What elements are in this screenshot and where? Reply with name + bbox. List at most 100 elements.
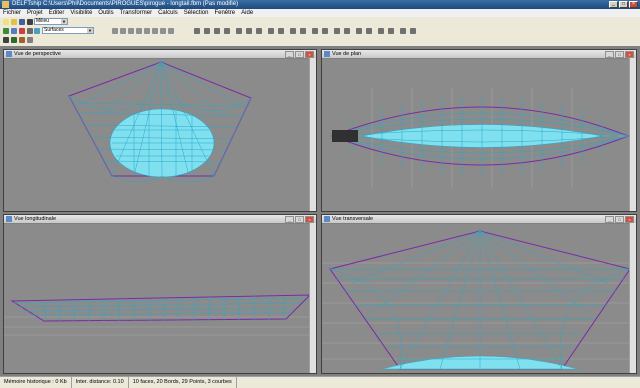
toolbar: Milieu ▼ Surfaces ▼ [0,17,640,47]
close-icon[interactable]: × [625,51,634,58]
tool-icon[interactable] [136,28,142,34]
status-distance: Inter. distance: 0.10 [72,377,129,388]
view-icon [6,216,12,222]
control-icon[interactable] [27,37,33,43]
zoom-icon[interactable] [312,28,318,34]
maximize-icon[interactable]: □ [295,216,304,223]
layer-combo-value: Milieu [36,18,50,24]
menu-projet[interactable]: Projet [24,9,46,17]
display-combo[interactable]: Surfaces ▼ [42,27,94,34]
status-bar: Mémoire historique : 0 Kb Inter. distanc… [0,376,640,388]
tool-icon[interactable] [144,28,150,34]
minimize-icon[interactable]: _ [605,216,614,223]
minimize-icon[interactable]: _ [285,51,294,58]
perspective-view[interactable]: Vue de perspective _ □ × [3,49,317,212]
tool-icon[interactable] [112,28,118,34]
display-combo-value: Surfaces [44,27,64,33]
open-folder-icon[interactable] [11,19,17,25]
maximize-button[interactable]: □ [619,1,628,8]
save-icon[interactable] [19,19,25,25]
tool-icon[interactable] [128,28,134,34]
plan-view-title: Vue de plan [332,51,362,57]
zoom-icon[interactable] [322,28,328,34]
check-icon[interactable] [388,28,394,34]
perspective-view-title: Vue de perspective [14,51,61,57]
vertical-scrollbar[interactable] [629,223,636,373]
mirror-icon[interactable] [356,28,362,34]
longitudinal-hull-drawing [4,294,316,336]
mirror-icon[interactable] [366,28,372,34]
vertical-scrollbar[interactable] [309,58,316,211]
view-icon [6,51,12,57]
move-icon[interactable] [204,28,210,34]
delete-icon[interactable] [224,28,230,34]
edge-tool-icon[interactable] [236,28,242,34]
edges-icon[interactable] [27,28,33,34]
chevron-down-icon: ▼ [61,19,67,24]
select-icon[interactable] [334,28,340,34]
close-icon[interactable]: × [625,216,634,223]
print-icon[interactable] [27,19,33,25]
menu-selection[interactable]: Sélection [181,9,212,17]
check-icon[interactable] [378,28,384,34]
menu-editer[interactable]: Editer [46,9,68,17]
menu-bar: Fichier Projet Editer Visibilité Outils … [0,9,640,17]
curve-tool-icon[interactable] [300,28,306,34]
layer-tool-icon[interactable] [410,28,416,34]
view-icon[interactable] [3,28,9,34]
menu-visibilite[interactable]: Visibilité [67,9,95,17]
tool-icon[interactable] [160,28,166,34]
maximize-icon[interactable]: □ [615,51,624,58]
view-icon [324,51,330,57]
minimize-button[interactable]: _ [609,1,618,8]
perspective-hull-drawing [68,61,252,183]
layer-icon[interactable] [3,37,9,43]
transversal-view-title: Vue transversale [332,216,374,222]
tool-icon[interactable] [168,28,174,34]
menu-fichier[interactable]: Fichier [0,9,24,17]
menu-transformer[interactable]: Transformer [117,9,155,17]
grid-icon[interactable] [11,28,17,34]
transversal-hull-drawing [322,230,636,370]
new-file-icon[interactable] [3,19,9,25]
minimize-icon[interactable]: _ [285,216,294,223]
vertical-scrollbar[interactable] [629,58,636,211]
close-icon[interactable]: × [305,51,314,58]
hydro-icon[interactable] [11,37,17,43]
select-icon[interactable] [344,28,350,34]
maximize-icon[interactable]: □ [615,216,624,223]
face-tool-icon[interactable] [268,28,274,34]
menu-fenetre[interactable]: Fenêtre [211,9,238,17]
edge-tool-icon[interactable] [256,28,262,34]
curve-tool-icon[interactable] [290,28,296,34]
layer-tool-icon[interactable] [400,28,406,34]
app-icon [2,1,9,8]
undo-icon[interactable] [194,28,200,34]
plan-view[interactable]: Vue de plan _ □ × [321,49,637,212]
plan-hull-drawing [330,88,630,188]
status-summary: 10 faces, 20 Bords, 29 Points, 3 courbes [129,377,237,388]
maximize-icon[interactable]: □ [295,51,304,58]
close-button[interactable]: × [629,1,638,8]
menu-aide[interactable]: Aide [238,9,256,17]
tool-icon[interactable] [120,28,126,34]
points-icon[interactable] [19,28,25,34]
longitudinal-view[interactable]: Vue longitudinale _ □ × [3,214,317,374]
workspace: Vue de perspective _ □ × Vue de plan _ □… [0,46,640,376]
vertical-scrollbar[interactable] [309,223,316,373]
close-icon[interactable]: × [305,216,314,223]
view-icon [324,216,330,222]
insert-icon[interactable] [214,28,220,34]
edge-tool-icon[interactable] [246,28,252,34]
window-titlebar: DELFTship C:\Users\Phil\Documents\PIROGU… [0,0,640,9]
status-memory: Mémoire historique : 0 Kb [0,377,72,388]
curve-icon[interactable] [19,37,25,43]
minimize-icon[interactable]: _ [605,51,614,58]
face-tool-icon[interactable] [278,28,284,34]
tool-icon[interactable] [152,28,158,34]
layer-combo[interactable]: Milieu ▼ [34,18,68,25]
surface-icon[interactable] [34,28,40,34]
menu-calculs[interactable]: Calculs [155,9,181,17]
menu-outils[interactable]: Outils [95,9,116,17]
transversal-view[interactable]: Vue transversale _ □ × [321,214,637,374]
